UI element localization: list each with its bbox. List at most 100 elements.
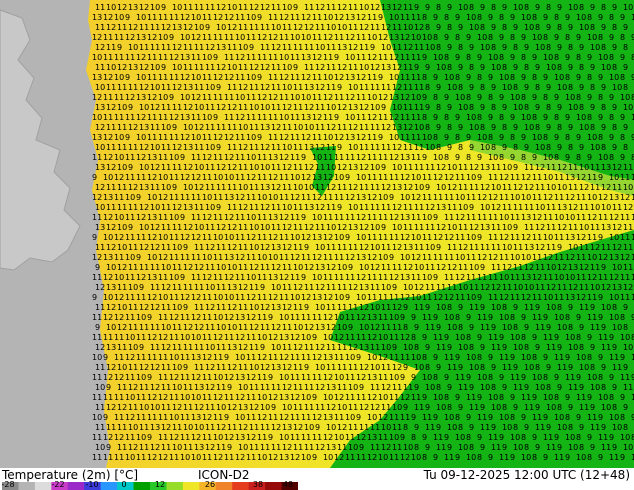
svg-text:11: 11 [312, 373, 322, 382]
svg-text:12: 12 [161, 283, 171, 292]
svg-text:12: 12 [139, 363, 149, 372]
svg-text:8: 8 [579, 3, 584, 12]
svg-text:10: 10 [620, 93, 630, 102]
svg-text:10: 10 [436, 403, 446, 412]
svg-text:10: 10 [257, 453, 267, 462]
svg-text:12: 12 [356, 153, 366, 162]
svg-text:10: 10 [502, 163, 512, 172]
svg-text:10: 10 [279, 113, 289, 122]
svg-text:9: 9 [92, 293, 97, 302]
svg-text:9: 9 [590, 103, 595, 112]
svg-text:12: 12 [620, 193, 630, 202]
svg-text:10: 10 [125, 193, 135, 202]
svg-text:8: 8 [455, 73, 460, 82]
svg-text:8: 8 [480, 83, 485, 92]
svg-text:11: 11 [249, 23, 259, 32]
svg-text:11: 11 [172, 263, 182, 272]
svg-text:10: 10 [502, 223, 512, 232]
svg-text:10: 10 [458, 103, 468, 112]
svg-text:10: 10 [227, 323, 237, 332]
svg-text:8: 8 [590, 123, 595, 132]
svg-text:11: 11 [488, 213, 498, 222]
svg-text:9: 9 [557, 103, 562, 112]
svg-text:11: 11 [513, 383, 523, 392]
svg-text:12: 12 [106, 403, 116, 412]
svg-text:10: 10 [568, 443, 578, 452]
svg-text:10: 10 [543, 173, 553, 182]
svg-text:12: 12 [180, 133, 190, 142]
svg-text:11: 11 [125, 273, 135, 282]
svg-text:10: 10 [598, 393, 608, 402]
svg-text:8: 8 [499, 13, 504, 22]
svg-text:12: 12 [260, 83, 270, 92]
svg-text:9: 9 [579, 143, 584, 152]
svg-text:11: 11 [268, 133, 278, 142]
svg-text:11: 11 [359, 123, 369, 132]
svg-text:11: 11 [334, 353, 344, 362]
svg-text:9: 9 [576, 413, 581, 422]
svg-text:8: 8 [587, 13, 592, 22]
svg-text:13: 13 [565, 173, 575, 182]
svg-text:9: 9 [554, 33, 559, 42]
svg-text:11: 11 [216, 243, 226, 252]
svg-text:9: 9 [623, 363, 628, 372]
svg-text:9: 9 [620, 153, 625, 162]
svg-text:10: 10 [345, 53, 355, 62]
svg-text:10: 10 [315, 243, 325, 252]
svg-text:13: 13 [106, 283, 116, 292]
svg-text:12: 12 [359, 163, 369, 172]
svg-text:10: 10 [557, 323, 567, 332]
svg-text:10: 10 [282, 203, 292, 212]
svg-text:12: 12 [337, 3, 347, 12]
svg-text:10: 10 [279, 373, 289, 382]
svg-text:8: 8 [521, 153, 526, 162]
svg-text:8: 8 [576, 53, 581, 62]
svg-text:11: 11 [293, 83, 303, 92]
svg-text:8: 8 [532, 453, 537, 462]
svg-text:10: 10 [370, 363, 380, 372]
svg-text:11: 11 [620, 273, 630, 282]
svg-text:11: 11 [180, 433, 190, 442]
legend-tick-label: 26 [204, 480, 216, 489]
svg-text:10: 10 [444, 313, 454, 322]
svg-text:10: 10 [315, 43, 325, 52]
svg-text:12: 12 [356, 133, 366, 142]
svg-text:12: 12 [150, 363, 160, 372]
svg-text:13: 13 [191, 353, 201, 362]
svg-text:11: 11 [334, 213, 344, 222]
svg-text:8: 8 [466, 53, 471, 62]
svg-text:13: 13 [389, 33, 399, 42]
svg-text:11: 11 [268, 73, 278, 82]
svg-text:11: 11 [205, 123, 215, 132]
svg-text:10: 10 [524, 123, 534, 132]
svg-text:12: 12 [279, 353, 289, 362]
svg-text:13: 13 [356, 193, 366, 202]
svg-text:10: 10 [139, 223, 149, 232]
svg-text:12: 12 [356, 213, 366, 222]
svg-text:10: 10 [290, 33, 300, 42]
svg-text:9: 9 [378, 133, 383, 142]
svg-text:9: 9 [128, 103, 133, 112]
svg-text:10: 10 [103, 233, 113, 242]
svg-text:10: 10 [414, 363, 424, 372]
svg-text:11: 11 [370, 183, 380, 192]
svg-text:9: 9 [502, 443, 507, 452]
svg-text:11: 11 [117, 203, 127, 212]
svg-text:11: 11 [183, 283, 193, 292]
svg-text:11: 11 [260, 323, 270, 332]
svg-text:11: 11 [125, 173, 135, 182]
svg-text:12: 12 [172, 43, 182, 52]
svg-text:11: 11 [290, 13, 300, 22]
svg-text:11: 11 [356, 113, 366, 122]
svg-text:12: 12 [345, 193, 355, 202]
svg-text:10: 10 [326, 23, 336, 32]
svg-text:10: 10 [92, 53, 102, 62]
svg-text:11: 11 [106, 203, 116, 212]
svg-text:11: 11 [312, 133, 322, 142]
svg-text:10: 10 [106, 263, 116, 272]
svg-text:11: 11 [337, 283, 347, 292]
svg-text:9: 9 [403, 303, 408, 312]
svg-text:12: 12 [227, 163, 237, 172]
svg-text:10: 10 [348, 203, 358, 212]
svg-text:12: 12 [114, 373, 124, 382]
